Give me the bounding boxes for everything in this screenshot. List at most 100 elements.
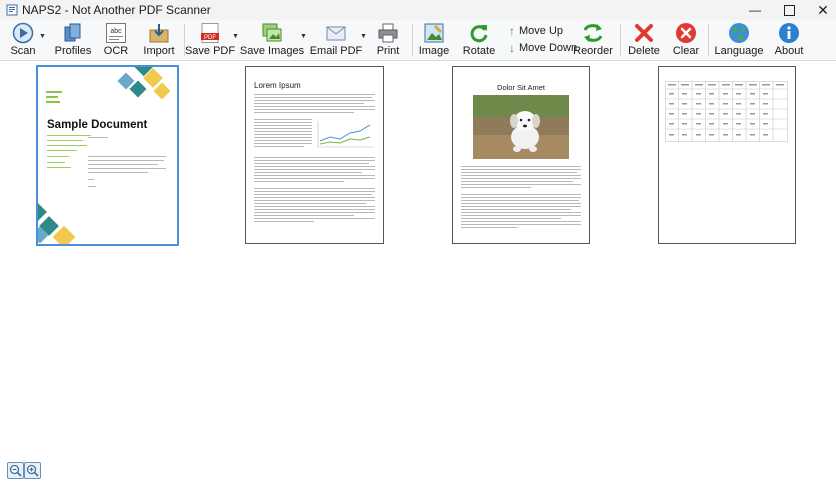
close-window-button[interactable]: ✕: [806, 0, 836, 20]
text-line: [254, 169, 375, 170]
page-thumbnail-2[interactable]: Lorem Ipsum: [245, 66, 384, 244]
text-line: [461, 227, 517, 228]
text-line: [254, 203, 366, 204]
text-line: [47, 162, 65, 163]
text-line: [254, 200, 375, 201]
zoom-in-icon: [26, 464, 39, 477]
text-line: [254, 160, 375, 161]
window-title: NAPS2 - Not Another PDF Scanner: [22, 3, 211, 17]
text-line: [461, 187, 531, 188]
text-line: [254, 209, 375, 210]
minimize-button[interactable]: —: [738, 0, 772, 20]
text-line: [254, 128, 312, 129]
email-pdf-dropdown-icon[interactable]: ▼: [360, 33, 367, 40]
profiles-icon: [64, 23, 81, 42]
text-line: [254, 94, 375, 95]
delete-button[interactable]: Delete: [628, 20, 660, 60]
reorder-label: Reorder: [573, 45, 613, 57]
text-line: [47, 140, 83, 141]
page-thumbnail-1[interactable]: Sample Document: [36, 65, 179, 246]
ocr-button[interactable]: abc OCR: [102, 20, 130, 60]
save-images-button[interactable]: Save Images: [240, 20, 304, 60]
page-thumbnail-3[interactable]: Dolor Sit Amet: [452, 66, 590, 244]
svg-text:PDF: PDF: [204, 35, 216, 41]
zoom-out-button[interactable]: [7, 462, 24, 479]
text-line: [461, 218, 561, 219]
save-images-icon: [262, 23, 282, 42]
text-line: [254, 191, 375, 192]
text-line: [461, 178, 581, 179]
text-line: [88, 137, 108, 138]
save-images-dropdown-icon[interactable]: ▼: [300, 33, 307, 40]
mini-line-chart: [317, 121, 374, 148]
text-line: [254, 215, 354, 216]
text-line: [254, 112, 354, 113]
text-line: [88, 156, 166, 157]
text-line: [461, 175, 581, 176]
decorative-shapes-bottom: [38, 202, 76, 244]
text-line: [254, 188, 375, 189]
import-label: Import: [143, 45, 175, 57]
text-line: [461, 215, 581, 216]
scan-label: Scan: [10, 45, 36, 57]
toolbar-separator: [620, 24, 621, 56]
maximize-button[interactable]: [772, 0, 806, 20]
page-heading: Dolor Sit Amet: [497, 83, 545, 92]
text-line: [461, 197, 581, 198]
page-thumbnail-4[interactable]: [658, 66, 796, 244]
clear-button[interactable]: Clear: [672, 20, 700, 60]
text-line: [461, 169, 581, 170]
text-line: [47, 135, 91, 136]
about-button[interactable]: About: [774, 20, 804, 60]
move-down-button[interactable]: ↓ Move Down: [506, 40, 577, 56]
info-icon: [779, 23, 799, 43]
image-button[interactable]: Image: [418, 20, 450, 60]
email-pdf-button[interactable]: Email PDF: [310, 20, 362, 60]
text-line: [461, 209, 571, 210]
language-label: Language: [714, 45, 764, 57]
thumbnail-area[interactable]: Sample Document Lorem Ipsum Dolor Sit Am…: [0, 61, 836, 484]
accent-line: [46, 91, 62, 93]
scan-dropdown-icon[interactable]: ▼: [39, 33, 46, 40]
toolbar-separator: [412, 24, 413, 56]
scan-button[interactable]: Scan: [6, 20, 40, 60]
delete-x-icon: [635, 24, 653, 42]
print-button[interactable]: Print: [374, 20, 402, 60]
ocr-icon: abc: [106, 23, 126, 43]
reorder-button[interactable]: Reorder: [573, 20, 613, 60]
scan-icon: [12, 22, 34, 44]
ocr-label: OCR: [103, 45, 129, 57]
rotate-button[interactable]: Rotate: [463, 20, 495, 60]
text-line: [254, 97, 372, 98]
text-line: [254, 146, 304, 147]
about-label: About: [774, 45, 804, 57]
image-edit-icon: [424, 23, 444, 43]
text-line: [254, 143, 312, 144]
text-line: [461, 194, 581, 195]
text-line: [88, 179, 94, 180]
mini-table: [665, 81, 788, 142]
profiles-button[interactable]: Profiles: [55, 20, 91, 60]
save-images-label: Save Images: [239, 45, 305, 57]
text-line: [461, 181, 573, 182]
printer-icon: [378, 23, 398, 43]
text-line: [254, 197, 375, 198]
zoom-in-button[interactable]: [24, 462, 41, 479]
language-button[interactable]: Language: [715, 20, 763, 60]
text-line: [88, 160, 164, 161]
page-heading: Lorem Ipsum: [254, 81, 301, 90]
text-line: [254, 137, 312, 138]
text-line: [254, 125, 312, 126]
save-pdf-button[interactable]: PDF Save PDF: [185, 20, 235, 60]
save-pdf-dropdown-icon[interactable]: ▼: [232, 33, 239, 40]
text-line: [47, 145, 87, 146]
text-line: [461, 206, 581, 207]
text-line: [254, 212, 375, 213]
maximize-icon: [783, 4, 795, 16]
text-line: [254, 178, 375, 179]
text-line: [254, 181, 344, 182]
import-button[interactable]: Import: [143, 20, 175, 60]
text-line: [254, 206, 375, 207]
text-line: [254, 109, 375, 110]
move-up-button[interactable]: ↑ Move Up: [506, 23, 563, 39]
